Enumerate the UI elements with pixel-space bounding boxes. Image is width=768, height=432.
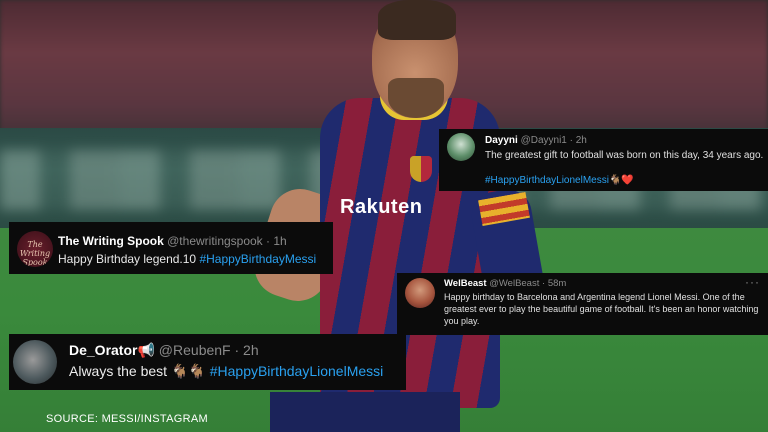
player-beard	[388, 78, 444, 118]
tweet-time[interactable]: · 2h	[235, 342, 259, 358]
more-options-icon[interactable]: ···	[745, 275, 760, 289]
tweet-header: The Writing Spook @thewritingspook · 1h	[58, 234, 287, 248]
tweet-text: Always the best	[69, 363, 168, 379]
tweet-header: De_Orator📢 @ReubenF · 2h	[69, 342, 259, 359]
player-hair	[378, 0, 456, 40]
author-name[interactable]: De_Orator	[69, 342, 137, 358]
author-name[interactable]: The Writing Spook	[58, 234, 164, 248]
avatar[interactable]	[405, 278, 435, 308]
tweet-header: Dayyni @Dayyni1 · 2h	[485, 135, 587, 146]
tweet-the-writing-spook[interactable]: The Writing Spook The Writing Spook @the…	[9, 222, 333, 274]
tweet-text-line: Happy Birthday legend.10 #HappyBirthdayM…	[58, 252, 316, 266]
emoji: 🐐❤️	[608, 175, 634, 186]
tweet-dayyni[interactable]: Dayyni @Dayyni1 · 2h The greatest gift t…	[439, 129, 768, 191]
author-name[interactable]: Dayyni	[485, 135, 518, 146]
avatar[interactable]	[13, 340, 57, 384]
emoji: 🐐🐐	[170, 363, 206, 379]
avatar[interactable]	[447, 133, 475, 161]
tweet-time[interactable]: · 58m	[542, 278, 566, 289]
tweet-text: Happy birthday to Barcelona and Argentin…	[444, 292, 759, 326]
club-crest	[410, 156, 432, 182]
avatar-logo-text: The Writing Spook	[19, 240, 51, 267]
tweet-text: Happy Birthday legend.10	[58, 252, 197, 266]
hashtag-link[interactable]: #HappyBirthdayLionelMessi	[485, 175, 609, 186]
tweet-welbeast[interactable]: WelBeast @WelBeast · 58m ··· Happy birth…	[397, 273, 768, 335]
source-credit: SOURCE: MESSI/INSTAGRAM	[46, 413, 208, 425]
hashtag-link[interactable]: #HappyBirthdayMessi	[199, 252, 316, 266]
tweet-text-line: Always the best 🐐🐐 #HappyBirthdayLionelM…	[69, 363, 383, 380]
hashtag-link[interactable]: #HappyBirthdayLionelMessi	[210, 363, 384, 379]
tweet-header: WelBeast @WelBeast · 58m	[444, 278, 566, 289]
tweet-de-orator[interactable]: De_Orator📢 @ReubenF · 2h Always the best…	[9, 334, 406, 390]
tweet-time[interactable]: · 1h	[266, 234, 287, 248]
megaphone-icon: 📢	[137, 342, 155, 358]
tweet-text: The greatest gift to football was born o…	[485, 150, 764, 161]
avatar[interactable]: The Writing Spook	[17, 231, 53, 267]
jersey-sponsor: Rakuten	[340, 196, 423, 218]
player-shorts	[270, 392, 460, 432]
author-handle[interactable]: @Dayyni1	[521, 135, 567, 146]
author-name[interactable]: WelBeast	[444, 278, 487, 289]
tweet-time[interactable]: · 2h	[570, 135, 587, 146]
tweet-hashtag-line: #HappyBirthdayLionelMessi🐐❤️	[485, 175, 634, 186]
author-handle[interactable]: @ReubenF	[159, 342, 231, 358]
author-handle[interactable]: @WelBeast	[489, 278, 539, 289]
author-handle[interactable]: @thewritingspook	[167, 234, 263, 248]
